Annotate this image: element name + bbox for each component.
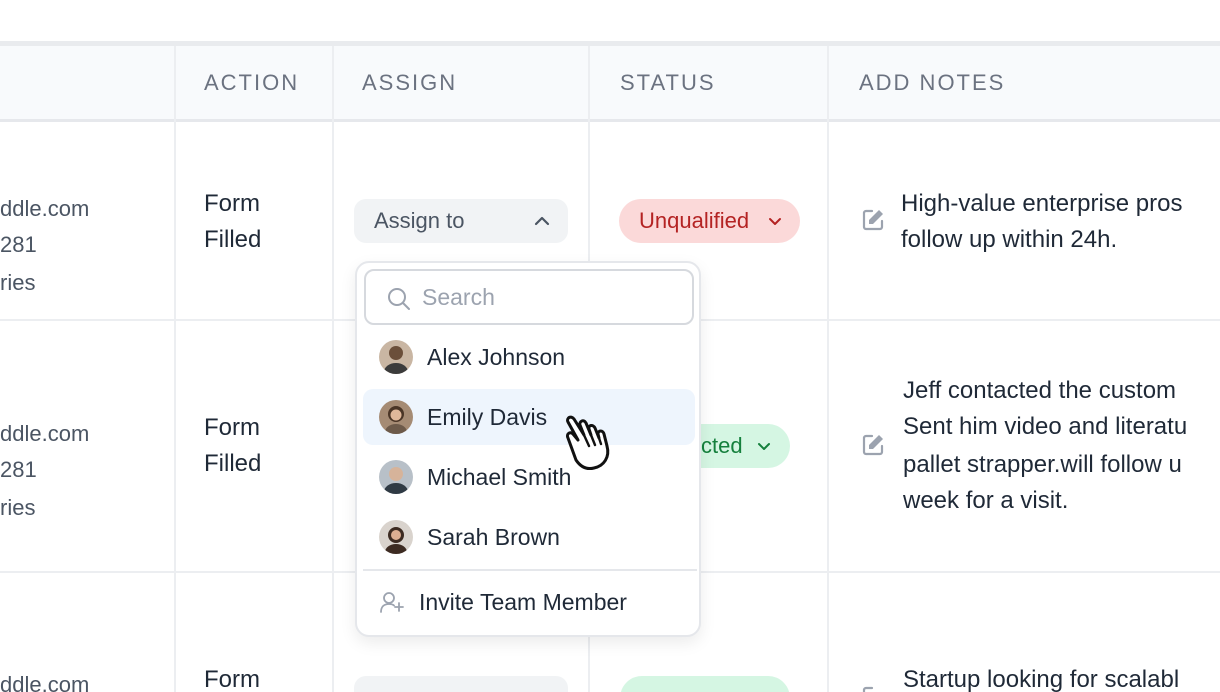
member-search-field[interactable] xyxy=(364,269,694,325)
note-line: follow up within 24h. xyxy=(901,226,1118,253)
column-divider xyxy=(332,46,334,692)
status-badge-contacted[interactable] xyxy=(620,676,790,692)
assign-to-label: Assign to xyxy=(374,208,465,233)
member-name: Emily Davis xyxy=(427,404,548,430)
contact-email[interactable]: ddle.com xyxy=(0,672,89,692)
assign-to-dropdown-button[interactable]: Assign to xyxy=(354,199,568,243)
action-line-1: Form xyxy=(204,666,260,692)
add-user-icon xyxy=(380,592,404,613)
member-name: Alex Johnson xyxy=(427,344,566,370)
note-line: Jeff contacted the custom xyxy=(903,377,1177,404)
assign-dropdown-menu: Alex Johnson Emily Davis Michael Smith S… xyxy=(355,261,701,637)
status-label: Unqualified xyxy=(639,208,750,233)
action-line-1: Form xyxy=(204,414,260,441)
invite-team-member-button[interactable]: Invite Team Member xyxy=(363,575,697,629)
action-line-2: Filled xyxy=(204,450,262,477)
action-line-2: Filled xyxy=(204,226,262,253)
column-divider xyxy=(174,46,176,692)
column-header-notes: ADD NOTES xyxy=(859,70,1006,95)
note-line: pallet strapper.will follow u xyxy=(903,451,1182,478)
member-name: Michael Smith xyxy=(427,464,572,490)
member-name: Sarah Brown xyxy=(427,524,560,550)
contact-phone: 281 xyxy=(0,232,37,257)
contact-phone: 281 xyxy=(0,457,37,482)
status-label: cted xyxy=(701,433,743,458)
note-line: Sent him video and literatu xyxy=(903,413,1188,440)
note-line: Startup looking for scalabl xyxy=(903,666,1180,692)
member-option-emily-davis[interactable]: Emily Davis xyxy=(363,389,695,445)
table-header: ACTION ASSIGN STATUS ADD NOTES xyxy=(0,46,1220,122)
column-header-assign: ASSIGN xyxy=(362,70,458,95)
column-header-action: ACTION xyxy=(204,70,300,95)
avatar xyxy=(379,520,413,554)
contact-company: ries xyxy=(0,270,36,295)
member-option-alex-johnson[interactable]: Alex Johnson xyxy=(363,329,695,385)
search-icon xyxy=(388,288,410,310)
contact-email[interactable]: ddle.com xyxy=(0,196,89,222)
assign-to-dropdown-button[interactable] xyxy=(354,676,568,692)
edit-icon[interactable] xyxy=(860,684,886,692)
dropdown-divider xyxy=(363,569,697,571)
contact-company: ries xyxy=(0,495,36,520)
avatar xyxy=(379,400,413,434)
column-header-status: STATUS xyxy=(620,70,716,95)
member-option-michael-smith[interactable]: Michael Smith xyxy=(363,449,695,505)
status-badge-unqualified[interactable]: Unqualified xyxy=(619,199,800,243)
top-spacer xyxy=(0,0,1220,41)
chevron-down-icon xyxy=(769,218,781,225)
chevron-down-icon xyxy=(758,443,770,450)
invite-label: Invite Team Member xyxy=(419,589,627,615)
edit-icon[interactable] xyxy=(860,207,886,233)
column-divider xyxy=(827,46,829,692)
avatar xyxy=(379,340,413,374)
search-input[interactable] xyxy=(422,279,682,315)
hand-pointer-icon xyxy=(566,415,610,470)
action-line-1: Form xyxy=(204,190,260,217)
avatar xyxy=(379,460,413,494)
edit-icon[interactable] xyxy=(860,432,886,458)
note-line: week for a visit. xyxy=(903,487,1069,514)
note-line: High-value enterprise pros xyxy=(901,190,1183,217)
contact-email[interactable]: ddle.com xyxy=(0,421,89,447)
chevron-up-icon xyxy=(534,216,550,226)
member-option-sarah-brown[interactable]: Sarah Brown xyxy=(363,509,695,565)
